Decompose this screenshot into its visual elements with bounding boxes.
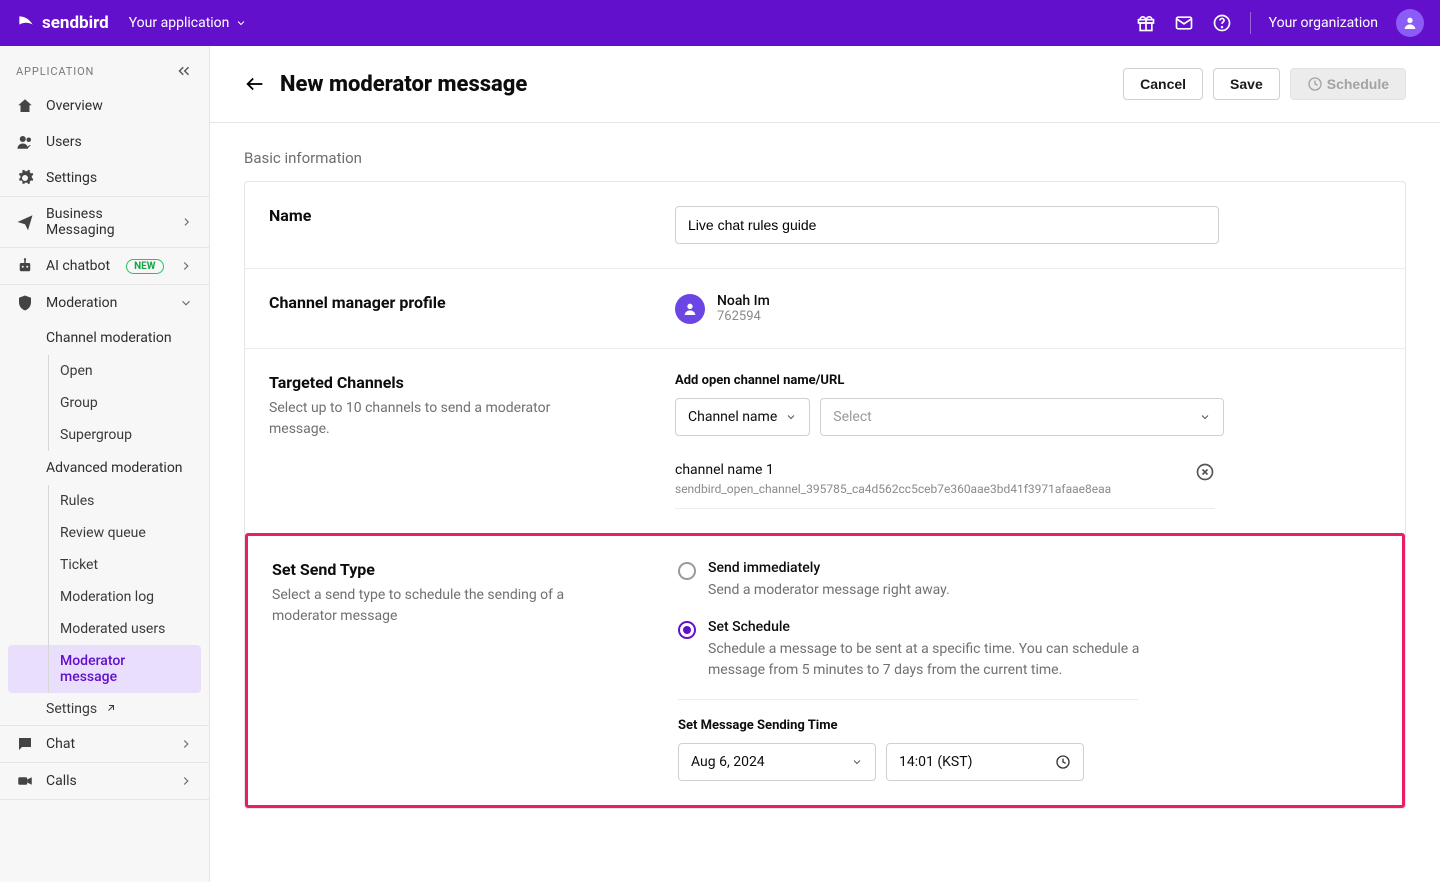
schedule-button: Schedule <box>1290 68 1406 100</box>
radio-set-schedule[interactable]: Set Schedule Schedule a message to be se… <box>678 619 1378 681</box>
gear-icon <box>16 169 34 187</box>
chevron-down-icon <box>235 17 247 29</box>
sidebar-subhead-channel-moderation[interactable]: Channel moderation <box>0 321 209 355</box>
schedule-time-input[interactable]: 14:01 (KST) <box>886 743 1084 781</box>
channels-title: Targeted Channels <box>269 373 675 392</box>
section-label: Basic information <box>244 149 1406 167</box>
users-icon <box>16 133 34 151</box>
mail-icon[interactable] <box>1174 13 1194 33</box>
main-area: New moderator message Cancel Save Schedu… <box>210 46 1440 882</box>
channels-desc: Select up to 10 channels to send a moder… <box>269 398 609 440</box>
sidebar-item-chat[interactable]: Chat <box>0 726 209 762</box>
brand-name: sendbird <box>42 13 109 33</box>
radio-circle[interactable] <box>678 562 696 580</box>
sidebar-item-moderation[interactable]: Moderation <box>0 285 209 321</box>
remove-channel-icon[interactable] <box>1195 462 1215 482</box>
sidebar-sub-moderation-log[interactable]: Moderation log <box>0 581 209 613</box>
home-icon <box>16 97 34 115</box>
chevron-down-icon <box>1199 411 1211 423</box>
chevron-right-icon <box>179 737 193 751</box>
gift-icon[interactable] <box>1136 13 1156 33</box>
save-button[interactable]: Save <box>1213 68 1280 100</box>
new-badge: NEW <box>126 259 163 274</box>
clock-icon <box>1055 754 1071 770</box>
sidebar-sub-review-queue[interactable]: Review queue <box>0 517 209 549</box>
video-camera-icon <box>16 772 34 790</box>
chip-url: sendbird_open_channel_395785_ca4d562cc5c… <box>675 482 1185 496</box>
cancel-button[interactable]: Cancel <box>1123 68 1203 100</box>
app-switcher[interactable]: Your application <box>129 15 248 31</box>
sidebar-item-business-messaging[interactable]: Business Messaging <box>0 197 209 247</box>
collapse-sidebar-icon[interactable] <box>175 62 193 80</box>
profile-line: Noah Im 762594 <box>675 293 1381 324</box>
brand-logo[interactable]: sendbird <box>16 13 109 33</box>
row-profile: Channel manager profile Noah Im 762594 <box>245 269 1405 349</box>
shield-icon <box>16 294 34 312</box>
sidebar-sub-mod-settings[interactable]: Settings <box>0 693 209 725</box>
basic-info-panel: Name Channel manager profile <box>244 181 1406 809</box>
profile-id: 762594 <box>717 309 770 324</box>
sidebar-sub-supergroup[interactable]: Supergroup <box>0 419 209 451</box>
chat-icon <box>16 735 34 753</box>
sidebar-subhead-advanced-moderation[interactable]: Advanced moderation <box>0 451 209 485</box>
sending-time-label: Set Message Sending Time <box>678 718 1378 733</box>
send-type-title: Set Send Type <box>272 560 678 579</box>
robot-icon <box>16 257 34 275</box>
row-name: Name <box>245 182 1405 269</box>
user-avatar[interactable] <box>1396 9 1424 37</box>
sidebar-section-label: APPLICATION <box>0 46 209 88</box>
top-bar: sendbird Your application Your organizat… <box>0 0 1440 46</box>
radio-circle[interactable] <box>678 621 696 639</box>
chevron-down-icon <box>179 296 193 310</box>
sidebar-item-calls[interactable]: Calls <box>0 763 209 799</box>
name-input[interactable] <box>675 206 1219 244</box>
send-type-highlight: Set Send Type Select a send type to sche… <box>245 533 1405 808</box>
back-arrow-icon[interactable] <box>244 73 266 95</box>
sidebar-sub-ticket[interactable]: Ticket <box>0 549 209 581</box>
chevron-right-icon <box>179 774 193 788</box>
chevron-down-icon <box>851 756 863 768</box>
profile-label: Channel manager profile <box>269 293 675 312</box>
sidebar-sub-moderator-message[interactable]: Moderator message <box>8 645 201 693</box>
paper-plane-icon <box>16 213 34 231</box>
external-link-icon <box>105 702 117 714</box>
person-icon <box>1402 15 1418 31</box>
chip-name: channel name 1 <box>675 462 1185 478</box>
org-label[interactable]: Your organization <box>1269 15 1378 31</box>
sidebar-item-settings[interactable]: Settings <box>0 160 209 196</box>
help-icon[interactable] <box>1212 13 1232 33</box>
sidebar-sub-rules[interactable]: Rules <box>0 485 209 517</box>
schedule-date-select[interactable]: Aug 6, 2024 <box>678 743 876 781</box>
send-type-radio-group: Send immediately Send a moderator messag… <box>678 560 1378 681</box>
profile-name: Noah Im <box>717 293 770 309</box>
channel-mode-select[interactable]: Channel name <box>675 398 810 436</box>
chevron-right-icon <box>179 259 193 273</box>
divider <box>1250 12 1251 34</box>
profile-avatar <box>675 294 705 324</box>
name-label: Name <box>269 206 675 225</box>
channel-chip: channel name 1 sendbird_open_channel_395… <box>675 450 1215 509</box>
sidebar-sub-moderated-users[interactable]: Moderated users <box>0 613 209 645</box>
sidebar-sub-group[interactable]: Group <box>0 387 209 419</box>
page-header: New moderator message Cancel Save Schedu… <box>210 46 1440 123</box>
top-actions: Your organization <box>1136 9 1424 37</box>
sidebar-item-ai-chatbot[interactable]: AI chatbot NEW <box>0 248 209 284</box>
sidebar-item-overview[interactable]: Overview <box>0 88 209 124</box>
chevron-down-icon <box>785 411 797 423</box>
row-channels: Targeted Channels Select up to 10 channe… <box>245 349 1405 533</box>
page-title: New moderator message <box>280 72 527 97</box>
sidebar-item-users[interactable]: Users <box>0 124 209 160</box>
person-icon <box>682 301 698 317</box>
sendbird-mark-icon <box>16 13 36 33</box>
chevron-right-icon <box>180 215 193 229</box>
clock-icon <box>1307 76 1323 92</box>
channel-select-input[interactable]: Select <box>820 398 1224 436</box>
sidebar: APPLICATION Overview Users Settings Busi… <box>0 46 210 882</box>
sidebar-sub-open[interactable]: Open <box>0 355 209 387</box>
radio-send-immediately[interactable]: Send immediately Send a moderator messag… <box>678 560 1378 601</box>
send-type-desc: Select a send type to schedule the sendi… <box>272 585 612 627</box>
channels-field-label: Add open channel name/URL <box>675 373 1381 388</box>
content: Basic information Name Channel manager p… <box>210 123 1440 882</box>
